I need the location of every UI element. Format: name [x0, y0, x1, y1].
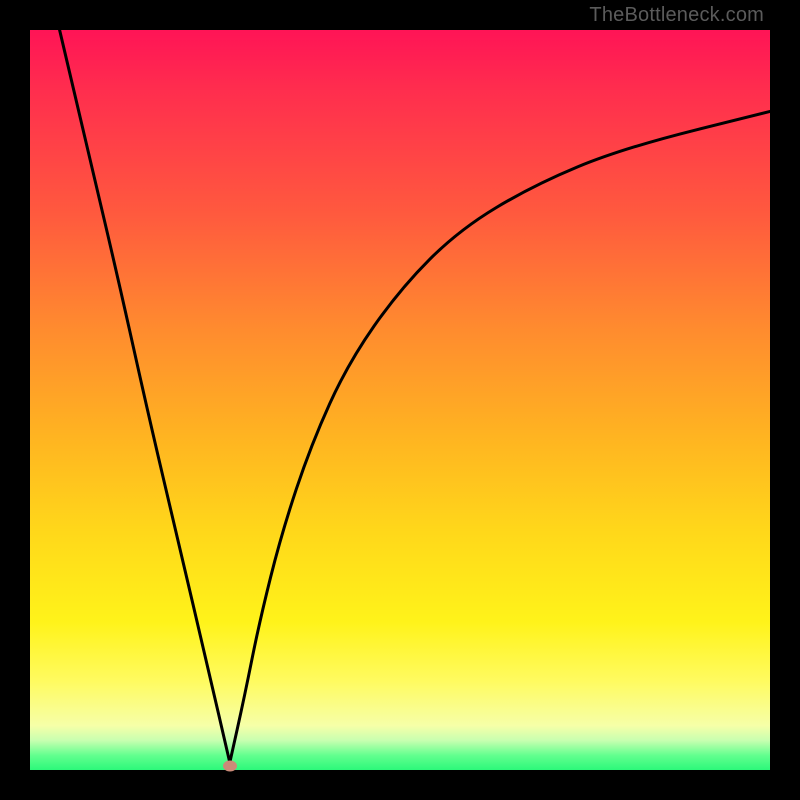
chart-frame: TheBottleneck.com: [0, 0, 800, 800]
curve-path: [60, 30, 770, 763]
bottleneck-curve: [30, 30, 770, 770]
plot-area: [30, 30, 770, 770]
minimum-marker: [223, 761, 237, 772]
watermark-text: TheBottleneck.com: [589, 4, 764, 27]
